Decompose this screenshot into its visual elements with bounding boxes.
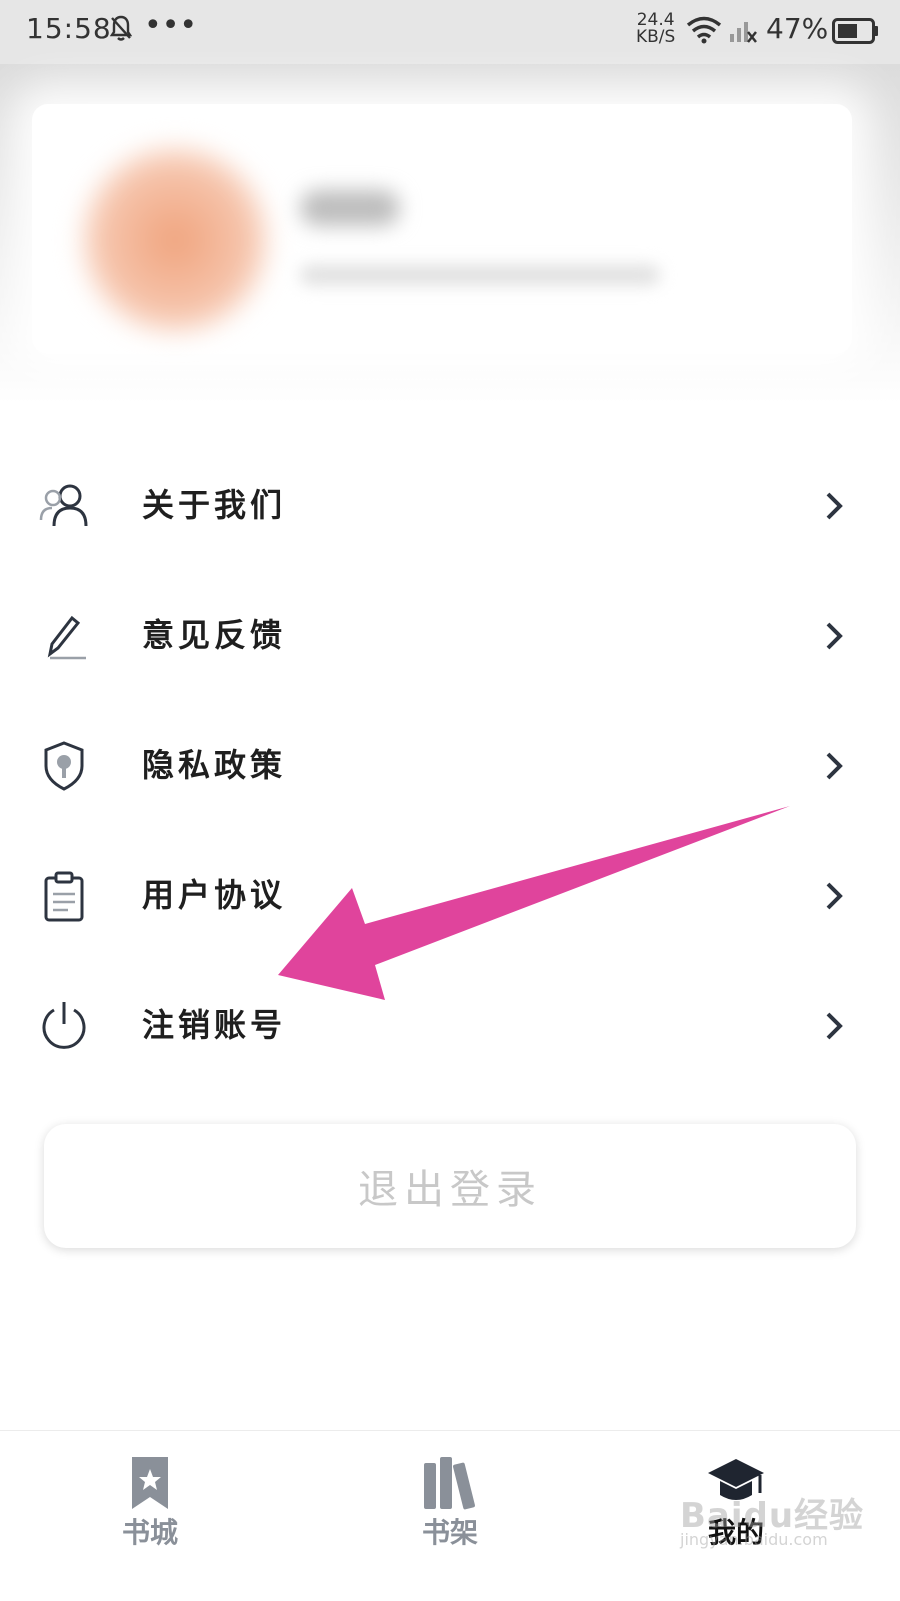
chevron-right-icon <box>822 1010 846 1042</box>
status-bar: 15:58 ••• 24.4 KB/S 47% <box>0 0 900 64</box>
menu-item-about-us[interactable]: 关于我们 <box>0 440 900 570</box>
nav-label: 书架 <box>421 1516 478 1549</box>
logout-button[interactable]: 退出登录 <box>44 1124 856 1248</box>
wifi-icon <box>686 16 722 51</box>
menu-item-user-agreement[interactable]: 用户协议 <box>0 830 900 960</box>
menu-label: 注销账号 <box>142 1006 287 1044</box>
menu-item-privacy-policy[interactable]: 隐私政策 <box>0 700 900 830</box>
baidu-watermark-url: jingyan.baidu.com <box>680 1530 828 1549</box>
more-dots-icon: ••• <box>144 8 198 43</box>
battery-icon <box>832 18 880 51</box>
chevron-right-icon <box>822 880 846 912</box>
shield-icon <box>38 740 90 792</box>
menu-item-delete-account[interactable]: 注销账号 <box>0 960 900 1090</box>
user-icon <box>38 480 90 532</box>
menu-label: 用户协议 <box>142 876 287 914</box>
battery-percent: 47% <box>766 12 829 45</box>
avatar[interactable] <box>80 145 270 335</box>
chevron-right-icon <box>822 490 846 522</box>
clipboard-icon <box>38 870 90 922</box>
bookmark-icon <box>120 1453 180 1513</box>
blurred-user-info <box>300 265 660 285</box>
nav-label: 书城 <box>121 1516 178 1549</box>
menu-label: 意见反馈 <box>142 616 287 654</box>
nav-tab-bookshelf[interactable]: 书架 <box>350 1431 550 1601</box>
bell-muted-icon <box>109 14 133 49</box>
status-time: 15:58 <box>26 12 112 45</box>
chevron-right-icon <box>822 750 846 782</box>
speed-unit: KB/S <box>636 27 676 47</box>
menu-item-feedback[interactable]: 意见反馈 <box>0 570 900 700</box>
books-icon <box>420 1453 480 1513</box>
settings-menu: 关于我们 意见反馈 隐私政策 用户协议 注销账号 <box>0 440 900 1090</box>
network-speed: 24.4 KB/S <box>636 12 675 46</box>
nav-tab-bookstore[interactable]: 书城 <box>50 1431 250 1601</box>
blurred-username <box>300 190 400 226</box>
power-icon <box>38 1000 90 1052</box>
menu-label: 隐私政策 <box>142 746 287 784</box>
chevron-right-icon <box>822 620 846 652</box>
pencil-icon <box>38 610 90 662</box>
menu-label: 关于我们 <box>142 486 287 524</box>
signal-icon <box>728 16 758 51</box>
